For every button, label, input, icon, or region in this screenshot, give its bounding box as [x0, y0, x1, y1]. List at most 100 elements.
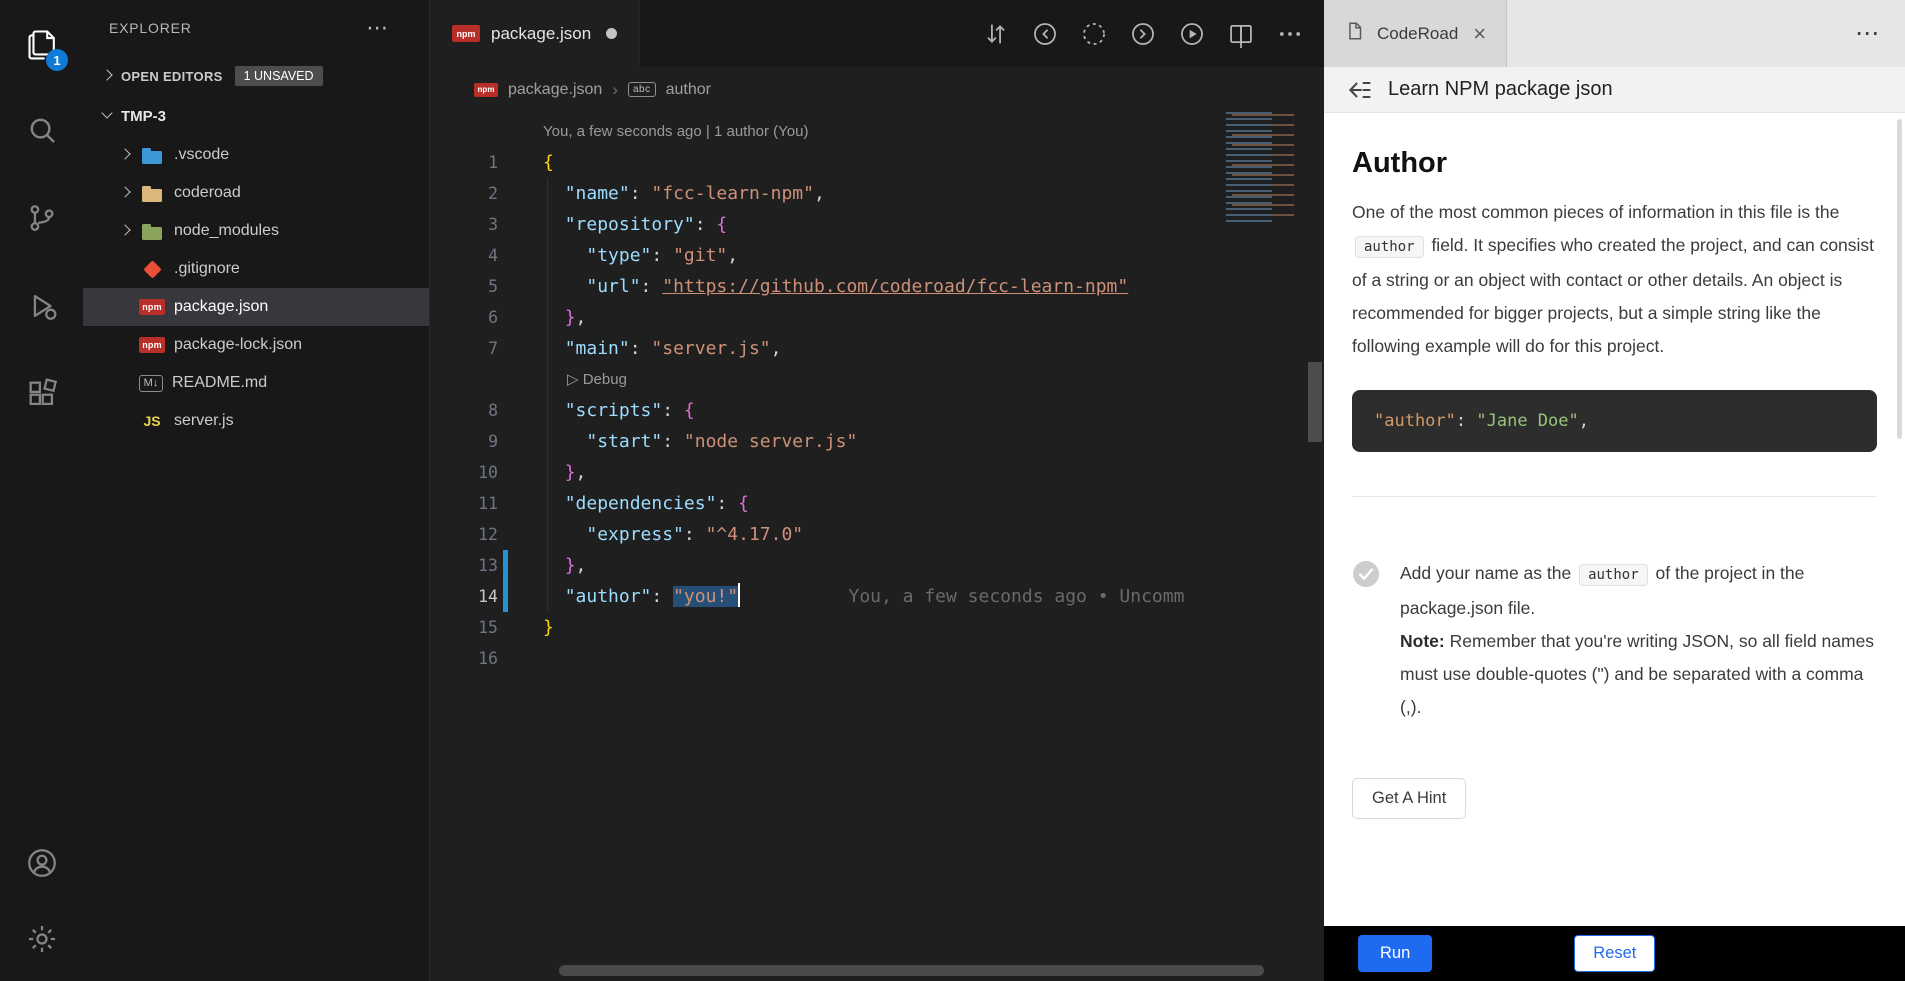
js-icon: JS	[139, 408, 165, 434]
search-activity-button[interactable]	[0, 88, 83, 176]
file-tree-item-package-lock-json[interactable]: npmpackage-lock.json	[83, 326, 429, 364]
line-number: 9	[430, 426, 498, 457]
horizontal-scrollbar[interactable]	[559, 965, 1264, 976]
code-editor[interactable]: You, a few seconds ago | 1 author (You)1…	[430, 112, 1324, 981]
file-tree-item-node-modules[interactable]: node_modules	[83, 212, 429, 250]
explorer-badge: 1	[46, 49, 68, 71]
file-tree-item--gitignore[interactable]: .gitignore	[83, 250, 429, 288]
code-line-8[interactable]: 8 "scripts": {	[430, 395, 1324, 426]
line-number: 3	[430, 209, 498, 240]
get-hint-button[interactable]: Get A Hint	[1352, 778, 1466, 819]
code-line-6[interactable]: 6 },	[430, 302, 1324, 333]
file-name: coderoad	[174, 184, 241, 202]
file-name: .gitignore	[174, 260, 240, 278]
tutorial-title: Learn NPM package json	[1388, 78, 1613, 101]
code-line-1[interactable]: 1{	[430, 147, 1324, 178]
chevron-right-icon	[113, 220, 139, 242]
unsaved-count-badge: 1 UNSAVED	[235, 66, 323, 86]
more-actions-icon[interactable]	[1270, 14, 1310, 54]
coderoad-panel: CodeRoad × ⋯ Learn NPM package json Auth…	[1324, 0, 1905, 981]
tutorial-header: Learn NPM package json	[1324, 67, 1905, 113]
tab-coderoad[interactable]: CodeRoad ×	[1324, 0, 1507, 67]
coderoad-footer: Run Reset	[1324, 926, 1905, 981]
accounts-activity-button[interactable]	[0, 829, 83, 901]
workspace-root-header[interactable]: TMP-3	[83, 96, 429, 136]
file-tree-item--vscode[interactable]: .vscode	[83, 136, 429, 174]
tutorial-content: Author One of the most common pieces of …	[1324, 113, 1905, 926]
line-number: 14	[430, 581, 498, 612]
file-tree-item-package-json[interactable]: npmpackage.json	[83, 288, 429, 326]
current-step-icon[interactable]	[1074, 14, 1114, 54]
gutter-spacer	[498, 302, 514, 333]
debug-codelens[interactable]: ▷ Debug	[430, 364, 1324, 395]
code-line-14[interactable]: 14 "author": "you!" You, a few seconds a…	[430, 581, 1324, 612]
code-line-16[interactable]: 16	[430, 643, 1324, 674]
chevron-right-icon	[113, 334, 139, 356]
code-line-7[interactable]: 7 "main": "server.js",	[430, 333, 1324, 364]
code-line-11[interactable]: 11 "dependencies": {	[430, 488, 1324, 519]
inline-code-chip: author	[1579, 564, 1648, 586]
minimap[interactable]	[1226, 112, 1300, 224]
close-icon[interactable]: ×	[1473, 21, 1486, 47]
open-changes-icon[interactable]	[976, 14, 1016, 54]
code-line-9[interactable]: 9 "start": "node server.js"	[430, 426, 1324, 457]
authors-codelens[interactable]: You, a few seconds ago | 1 author (You)	[430, 116, 1324, 147]
gutter-spacer	[498, 178, 514, 209]
code-line-10[interactable]: 10 },	[430, 457, 1324, 488]
gutter-spacer	[498, 209, 514, 240]
code-line-13[interactable]: 13 },	[430, 550, 1324, 581]
gutter-spacer	[498, 519, 514, 550]
back-to-menu-icon[interactable]	[1346, 76, 1374, 104]
panel-more-actions-icon[interactable]: ⋯	[1855, 19, 1905, 48]
file-tree-item-coderoad[interactable]: coderoad	[83, 174, 429, 212]
open-editors-label: OPEN EDITORS	[121, 69, 223, 84]
explorer-activity-button[interactable]: 1	[0, 0, 83, 88]
breadcrumb-file[interactable]: package.json	[508, 81, 602, 99]
npm-icon: npm	[452, 25, 480, 42]
source-control-activity-button[interactable]	[0, 176, 83, 264]
run-debug-activity-button[interactable]	[0, 264, 83, 352]
code-line-2[interactable]: 2 "name": "fcc-learn-npm",	[430, 178, 1324, 209]
task-text: Add your name as the author of the proje…	[1400, 557, 1877, 724]
step-forward-icon[interactable]	[1123, 14, 1163, 54]
code-line-15[interactable]: 15}	[430, 612, 1324, 643]
task-item: Add your name as the author of the proje…	[1352, 557, 1877, 724]
reset-button[interactable]: Reset	[1574, 935, 1655, 972]
gutter-spacer	[498, 147, 514, 178]
panel-scrollbar[interactable]	[1897, 119, 1902, 439]
inline-code-chip: author	[1355, 236, 1424, 258]
editor-group: npm package.json	[430, 0, 1324, 981]
gutter-spacer	[498, 457, 514, 488]
line-number: 10	[430, 457, 498, 488]
workspace-root-label: TMP-3	[121, 108, 166, 125]
run-button[interactable]: Run	[1358, 935, 1432, 972]
unsaved-dot-icon[interactable]	[606, 28, 617, 39]
line-number: 13	[430, 550, 498, 581]
file-name: package.json	[174, 298, 268, 316]
coderoad-tab-label: CodeRoad	[1377, 24, 1458, 44]
vertical-scrollbar[interactable]	[1308, 362, 1322, 442]
tab-package-json[interactable]: npm package.json	[430, 0, 640, 67]
code-line-12[interactable]: 12 "express": "^4.17.0"	[430, 519, 1324, 550]
open-editors-section-header[interactable]: OPEN EDITORS 1 UNSAVED	[83, 56, 429, 96]
extensions-activity-button[interactable]	[0, 352, 83, 440]
step-back-icon[interactable]	[1025, 14, 1065, 54]
file-icon	[1344, 20, 1366, 47]
chevron-down-icon	[95, 105, 121, 127]
code-line-5[interactable]: 5 "url": "https://github.com/coderoad/fc…	[430, 271, 1324, 302]
breadcrumb-symbol[interactable]: author	[666, 81, 711, 99]
run-circle-icon[interactable]	[1172, 14, 1212, 54]
file-name: README.md	[172, 374, 267, 392]
settings-activity-button[interactable]	[0, 901, 83, 981]
file-tree-item-server-js[interactable]: JSserver.js	[83, 402, 429, 440]
code-line-3[interactable]: 3 "repository": {	[430, 209, 1324, 240]
file-tree-item-readme-md[interactable]: M↓README.md	[83, 364, 429, 402]
git-icon	[139, 256, 165, 282]
code-line-4[interactable]: 4 "type": "git",	[430, 240, 1324, 271]
split-editor-icon[interactable]	[1221, 14, 1261, 54]
explorer-more-actions-icon[interactable]: ⋯	[366, 15, 389, 41]
file-name: node_modules	[174, 222, 279, 240]
line-number: 2	[430, 178, 498, 209]
account-icon	[25, 846, 59, 885]
lesson-heading: Author	[1352, 147, 1877, 180]
